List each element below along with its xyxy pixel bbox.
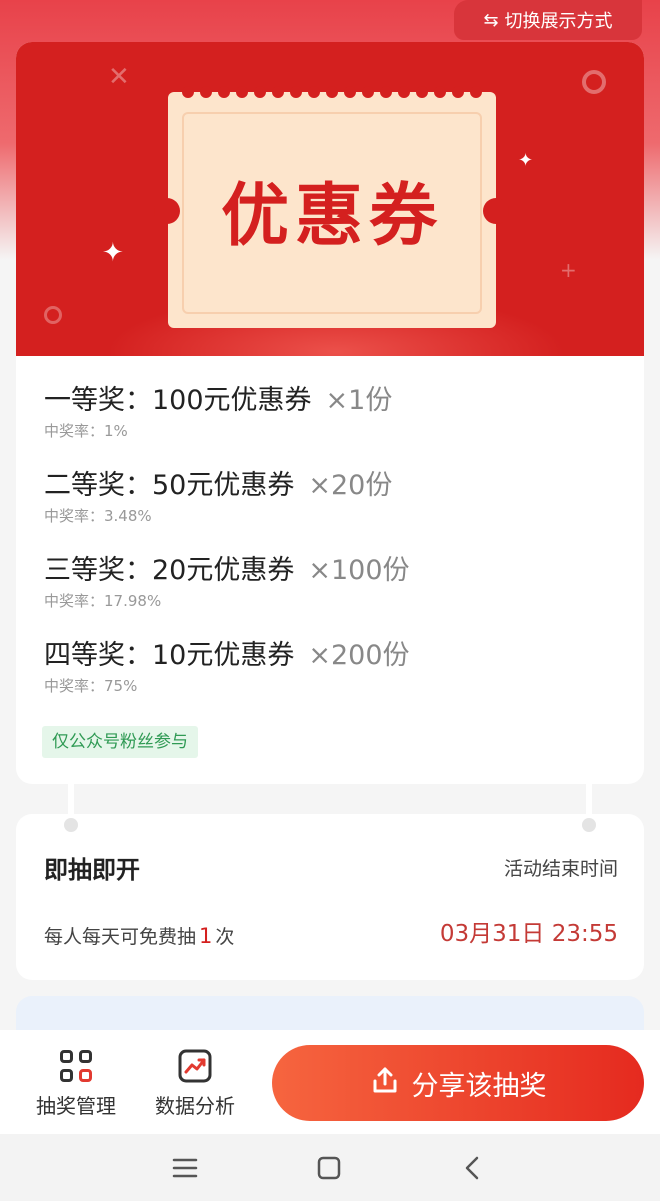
prize-label: 三等奖：20元优惠券 xyxy=(44,555,295,586)
menu-icon[interactable] xyxy=(170,1154,200,1182)
end-time-label: 活动结束时间 xyxy=(503,858,618,880)
prize-line: 四等奖：10元优惠券 ×200份 xyxy=(44,637,624,675)
coupon-banner: ✕ ✦ ✦ + 优惠券 xyxy=(16,42,644,356)
decor-ring-icon xyxy=(44,306,62,324)
prize-label: 二等奖：50元优惠券 xyxy=(44,470,295,501)
decor-cross-icon: ✕ xyxy=(108,62,130,92)
decor-plus-icon: + xyxy=(560,258,577,282)
draws-count: 1 xyxy=(199,924,213,948)
prize-item: 四等奖：10元优惠券 ×200份 中奖率：75% xyxy=(44,637,624,722)
draw-mode-title: 即抽即开 xyxy=(44,856,140,884)
prize-quantity: ×20份 xyxy=(308,470,393,501)
bottom-action-bar: 抽奖管理 数据分析 分享该抽奖 xyxy=(0,1030,660,1134)
data-analysis-label: 数据分析 xyxy=(155,1094,235,1118)
lottery-manage-label: 抽奖管理 xyxy=(36,1094,116,1118)
prize-item: 二等奖：50元优惠券 ×20份 中奖率：3.48% xyxy=(44,467,624,552)
grid-icon xyxy=(58,1048,94,1084)
share-icon xyxy=(370,1065,400,1102)
prize-item: 三等奖：20元优惠券 ×100份 中奖率：17.98% xyxy=(44,552,624,637)
swap-icon: ⇆ xyxy=(483,9,499,31)
data-analysis-button[interactable]: 数据分析 xyxy=(145,1048,245,1119)
prize-rate: 中奖率：3.48% xyxy=(44,507,152,525)
coupon-title: 优惠券 xyxy=(220,177,443,256)
prize-label: 四等奖：10元优惠券 xyxy=(44,640,295,671)
coupon-scallops xyxy=(182,86,482,98)
prize-rate: 中奖率：75% xyxy=(44,677,138,695)
prize-list: 一等奖：100元优惠券 ×1份 中奖率：1% 二等奖：50元优惠券 ×20份 中奖率… xyxy=(44,382,624,722)
prize-rate: 中奖率：17.98% xyxy=(44,592,162,610)
daily-draws-text: 每人每天可免费抽 1 次 xyxy=(44,922,234,949)
prize-item: 一等奖：100元优惠券 ×1份 中奖率：1% xyxy=(44,382,624,467)
lottery-manage-button[interactable]: 抽奖管理 xyxy=(26,1048,126,1119)
fans-only-badge: 仅公众号粉丝参与 xyxy=(42,726,198,758)
sparkle-icon: ✦ xyxy=(102,238,124,268)
trend-chart-icon xyxy=(177,1048,213,1084)
prize-line: 一等奖：100元优惠券 ×1份 xyxy=(44,382,624,420)
home-icon[interactable] xyxy=(314,1154,344,1182)
draws-suffix: 次 xyxy=(215,926,235,948)
share-lottery-button[interactable]: 分享该抽奖 xyxy=(272,1045,644,1121)
prize-quantity: ×200份 xyxy=(308,640,410,671)
connector-dot xyxy=(582,818,596,832)
draw-info-card: 即抽即开 活动结束时间 每人每天可免费抽 1 次 03月31日 23:55 xyxy=(16,814,644,980)
connector-dot xyxy=(64,818,78,832)
prize-quantity: ×1份 xyxy=(325,385,393,416)
prize-label: 一等奖：100元优惠券 xyxy=(44,385,312,416)
prize-rate: 中奖率：1% xyxy=(44,422,128,440)
decor-ring-icon xyxy=(582,70,606,94)
prize-card: ✕ ✦ ✦ + 优惠券 一等奖：100元优惠券 ×1份 中奖率：1% 二等奖：50… xyxy=(16,42,644,784)
prize-quantity: ×100份 xyxy=(308,555,410,586)
back-icon[interactable] xyxy=(458,1154,488,1182)
system-navigation-bar xyxy=(0,1134,660,1201)
switch-display-button[interactable]: ⇆ 切换展示方式 xyxy=(454,0,642,40)
prize-line: 二等奖：50元优惠券 ×20份 xyxy=(44,467,624,505)
end-time-value: 03月31日 23:55 xyxy=(439,921,618,947)
sparkle-icon: ✦ xyxy=(518,150,534,171)
switch-display-label: 切换展示方式 xyxy=(504,11,613,32)
prize-line: 三等奖：20元优惠券 ×100份 xyxy=(44,552,624,590)
draws-prefix: 每人每天可免费抽 xyxy=(44,926,197,948)
share-label: 分享该抽奖 xyxy=(411,1070,547,1102)
